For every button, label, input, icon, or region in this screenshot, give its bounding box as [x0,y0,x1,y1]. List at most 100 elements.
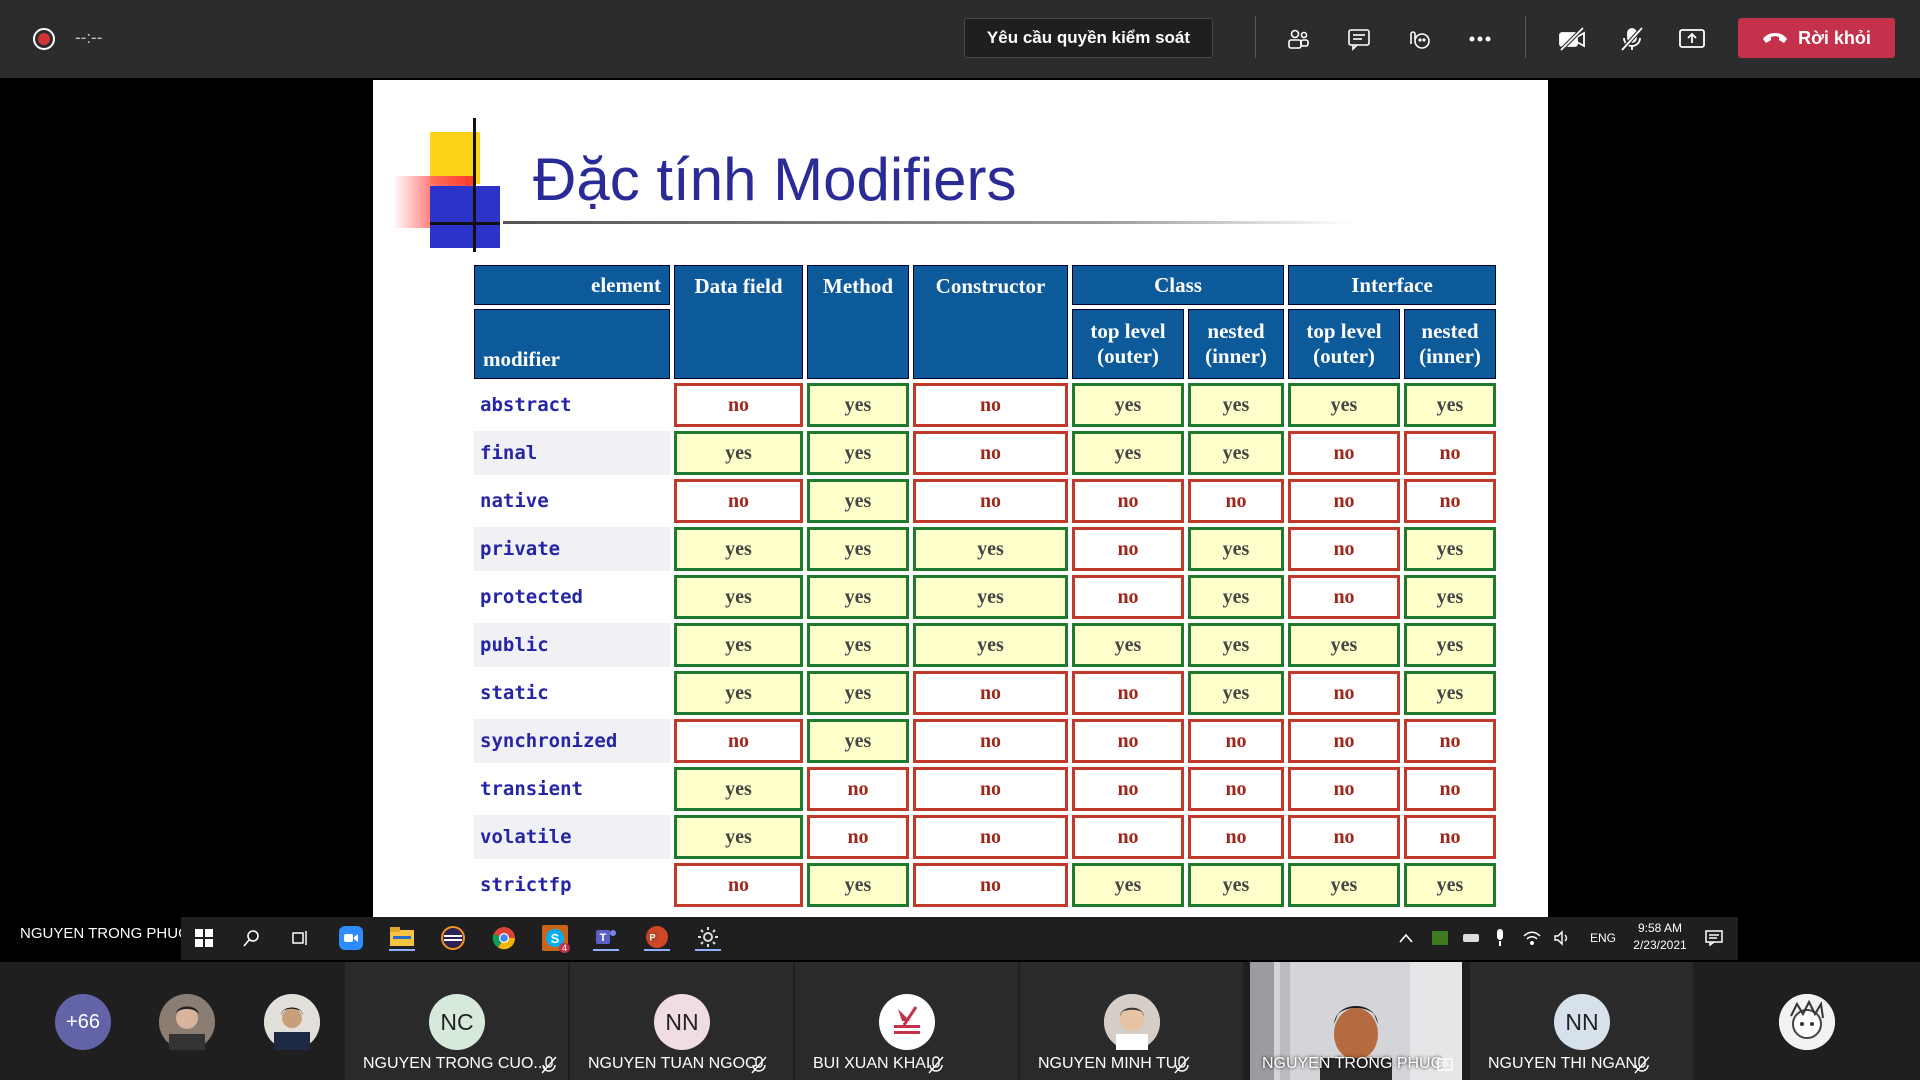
cell-data-field: yes [674,527,803,571]
cell-interface-top-level: yes [1288,623,1400,667]
chevron-up-icon[interactable] [1393,925,1419,951]
share-screen-icon[interactable] [1675,22,1709,56]
more-options-icon[interactable] [1463,22,1497,56]
settings-gear-icon[interactable] [695,925,721,951]
mic-off-icon [541,1056,557,1074]
hang-up-icon [1762,28,1788,49]
participant-avatar[interactable] [264,994,320,1050]
leave-button[interactable]: Rời khỏi [1738,18,1895,58]
cell-constructor: no [913,431,1068,475]
language-indicator[interactable]: ENG [1590,931,1616,945]
participant-video-tile[interactable]: NGUYEN TRONG PHUC [1250,962,1462,1080]
cell-class-top-level: no [1072,671,1184,715]
cell-data-field: yes [674,815,803,859]
notifications-icon[interactable] [1701,925,1727,951]
volume-icon[interactable] [1549,925,1575,951]
cell-data-field: no [674,719,803,763]
header-class-nested: nested (inner) [1188,309,1284,379]
microphone-tray-icon[interactable] [1487,925,1513,951]
cell-interface-nested: no [1404,431,1496,475]
file-explorer-icon[interactable] [389,925,415,951]
participant-name: NGUYEN MINH TU [1038,1055,1178,1072]
more-participants-button[interactable]: +66 [55,994,111,1050]
header-element: element [474,265,670,305]
mic-off-icon [751,1056,767,1074]
network-adapter-icon[interactable] [1458,925,1484,951]
cell-constructor: no [913,863,1068,907]
table-row: public yes yes yes yes yes yes yes [474,623,1496,667]
modifier-name: private [474,527,670,571]
cell-interface-nested: yes [1404,575,1496,619]
clock-time[interactable]: 9:58 AM [1632,921,1688,935]
cell-interface-nested: yes [1404,527,1496,571]
cell-class-nested: yes [1188,431,1284,475]
cell-interface-nested: yes [1404,383,1496,427]
table-row: static yes yes no no yes no yes [474,671,1496,715]
chat-icon[interactable] [1342,22,1376,56]
cell-interface-nested: yes [1404,671,1496,715]
participant-tile[interactable]: NGUYEN MINH TU [1020,962,1243,1080]
participants-icon[interactable] [1282,22,1316,56]
cell-method: yes [807,863,909,907]
chrome-icon[interactable] [491,925,517,951]
cell-method: yes [807,479,909,523]
reactions-icon[interactable] [1402,22,1436,56]
participant-tile[interactable]: NC NGUYEN TRONG CUO... [345,962,568,1080]
participant-avatar[interactable] [159,994,215,1050]
cell-interface-top-level: yes [1288,383,1400,427]
header-interface-top-level: top level (outer) [1288,309,1400,379]
participant-tile[interactable]: NN NGUYEN TUAN NGOC [570,962,793,1080]
search-icon[interactable] [239,925,265,951]
cell-constructor: no [913,383,1068,427]
cell-class-nested: no [1188,815,1284,859]
modifiers-table: element Data field Method Constructor Cl… [470,261,1500,911]
participant-tile[interactable]: BUI XUAN KHAI [795,962,1018,1080]
participant-tile[interactable]: NN NGUYEN THI NGAN [1470,962,1693,1080]
modifier-name: strictfp [480,874,572,896]
participant-avatar [879,994,935,1050]
cell-interface-top-level: no [1288,575,1400,619]
request-control-button[interactable]: Yêu cầu quyền kiểm soát [964,18,1213,58]
cell-interface-nested: no [1404,719,1496,763]
camera-off-icon[interactable] [1555,22,1589,56]
windows-start-icon[interactable] [191,925,217,951]
svg-text:S: S [551,931,560,946]
cell-class-top-level: no [1072,767,1184,811]
cell-class-top-level: yes [1072,383,1184,427]
modifier-name: native [480,490,549,512]
leave-label: Rời khỏi [1798,27,1871,48]
cell-method: yes [807,671,909,715]
header-constructor: Constructor [913,265,1068,379]
wifi-icon[interactable] [1519,925,1545,951]
modifier-name: public [474,623,670,667]
teams-icon[interactable]: T [593,925,619,951]
cell-constructor: no [913,671,1068,715]
table-row: final yes yes no yes yes no no [474,431,1496,475]
toolbar-divider [1255,16,1256,58]
cell-class-nested: yes [1188,527,1284,571]
table-row: private yes yes yes no yes no yes [474,527,1496,571]
cell-method: yes [807,431,909,475]
eclipse-app-icon[interactable] [440,925,466,951]
cell-interface-top-level: no [1288,527,1400,571]
cell-data-field: no [674,479,803,523]
mic-off-icon[interactable] [1615,22,1649,56]
task-view-icon[interactable] [287,925,313,951]
cell-class-top-level: no [1072,575,1184,619]
clock-date[interactable]: 2/23/2021 [1624,938,1696,952]
slide-decoration [473,118,476,252]
svg-text:T: T [600,932,607,944]
cell-constructor: no [913,767,1068,811]
slide-decoration [430,222,500,225]
nvidia-tray-icon[interactable] [1427,925,1453,951]
participant-avatar[interactable] [1779,994,1835,1050]
cell-interface-top-level: no [1288,815,1400,859]
zoom-app-icon[interactable] [338,925,364,951]
skype-icon[interactable]: S 4 [542,925,570,953]
cell-constructor: yes [913,527,1068,571]
modifier-name: final [474,431,670,475]
cell-constructor: yes [913,623,1068,667]
powerpoint-icon[interactable]: P [644,925,670,951]
cell-data-field: yes [674,623,803,667]
table-row: abstract no yes no yes yes yes yes [474,383,1496,427]
